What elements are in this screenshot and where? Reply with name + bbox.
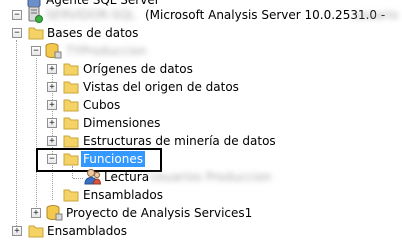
tree-node-label: Orígenes de datos [83,62,193,76]
expand-toggle[interactable]: + [31,208,41,218]
role-icon [84,169,102,185]
tree-node-label: Lectura [104,170,150,184]
expand-toggle[interactable]: + [47,100,57,110]
folder-icon [63,63,79,76]
folder-icon [63,135,79,148]
role-member-obscured: Usuarios Produccion [150,170,272,184]
tree-node-label: Cubos [83,98,121,112]
expand-toggle[interactable]: + [47,82,57,92]
tree-node-label: Ensamblados [47,224,127,238]
folder-icon [63,99,79,112]
tree-node-proyecto[interactable]: + Proyecto de Analysis Services1 [0,204,402,222]
tree-node-bases-de-datos[interactable]: − Bases de datos [0,24,402,42]
tree-node-lectura[interactable]: Lectura Usuarios Produccion [0,168,402,186]
server-name: SERVIDOR-SQL [46,8,136,22]
folder-icon [63,153,79,166]
folder-icon [63,81,79,94]
tree-node-label: Funciones [81,151,145,167]
folder-icon [28,27,44,40]
tree-node-label: Proyecto de Analysis Services1 [66,206,253,220]
tree-node-label: Vistas del origen de datos [83,80,239,94]
tree-node-dimensiones[interactable]: + Dimensiones [0,114,402,132]
database-icon [45,43,62,59]
tree-node-ensamblados-server[interactable]: + Ensamblados [0,222,402,240]
tree-node-ensamblados-db[interactable]: Ensamblados [0,186,402,204]
tree-node-label: Dimensiones [83,116,161,130]
folder-icon [63,189,79,202]
collapse-toggle[interactable]: − [47,154,57,164]
tree-node-label: Ensamblados [83,188,163,202]
project-icon [46,205,63,221]
server-user: usuario [354,8,399,22]
collapse-toggle[interactable]: − [12,10,22,20]
tree-node-origenes[interactable]: + Orígenes de datos [0,60,402,78]
tree-node-vistas[interactable]: + Vistas del origen de datos [0,78,402,96]
tree-node-server[interactable]: − SERVIDOR-SQL (Microsoft Analysis Serve… [0,6,402,24]
expand-toggle[interactable]: + [47,64,57,74]
server-version: (Microsoft Analysis Server 10.0.2531.0 - [145,8,386,22]
database-name: TYProduccion [66,44,147,58]
folder-icon [28,225,44,238]
tree-node-database[interactable]: − TYProduccion [0,42,402,60]
tree-node-funciones[interactable]: − Funciones [0,150,402,168]
collapse-toggle[interactable]: − [31,46,41,56]
expand-toggle[interactable]: + [47,136,57,146]
server-icon [28,6,43,23]
tree-node-label: Estructuras de minería de datos [83,134,276,148]
tree-node-label: Bases de datos [47,26,139,40]
expand-toggle[interactable]: + [47,118,57,128]
folder-icon [63,117,79,130]
tree-node-cubos[interactable]: + Cubos [0,96,402,114]
collapse-toggle[interactable]: − [12,28,22,38]
expand-toggle[interactable]: + [12,226,22,236]
